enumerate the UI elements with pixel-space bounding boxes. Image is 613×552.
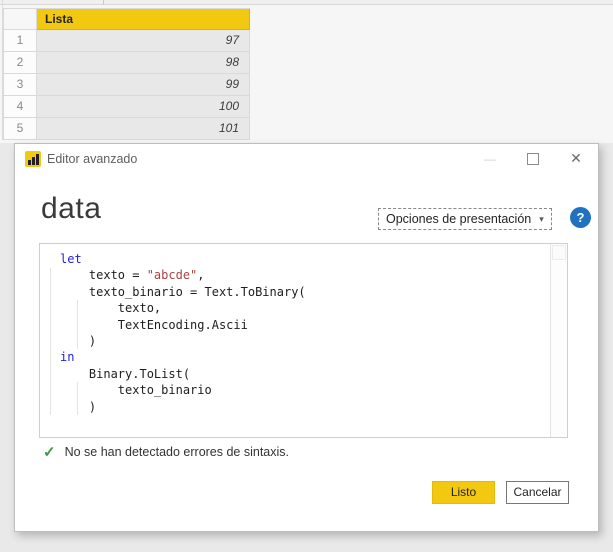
formula-bar-edge	[0, 0, 613, 5]
dialog-titlebar[interactable]: Editor avanzado — ✕	[15, 144, 598, 174]
row-number[interactable]: 3	[4, 74, 37, 96]
checkmark-icon: ✓	[43, 444, 56, 461]
list-value-cell[interactable]: 98	[37, 52, 250, 74]
query-name-heading: data	[41, 192, 102, 225]
close-button[interactable]: ✕	[563, 147, 589, 171]
table-header-row: Lista	[4, 9, 250, 30]
minimize-button[interactable]: —	[477, 147, 503, 171]
code-line[interactable]: let	[60, 251, 550, 267]
code-line[interactable]: TextEncoding.Ascii	[60, 317, 550, 333]
code-line[interactable]: Binary.ToList(	[60, 366, 550, 382]
table-row: 4 100	[4, 96, 250, 118]
code-line[interactable]: texto,	[60, 300, 550, 316]
code-line[interactable]: texto_binario = Text.ToBinary(	[60, 284, 550, 300]
editor-scrollbar[interactable]	[550, 244, 567, 437]
code-line[interactable]: in	[60, 349, 550, 365]
row-number[interactable]: 1	[4, 30, 37, 52]
row-number[interactable]: 5	[4, 118, 37, 140]
syntax-status: ✓ No se han detectado errores de sintaxi…	[43, 443, 289, 461]
screen: Lista 1 97 2 98 3 99 4 100 5 101 Editor avanzado …	[0, 0, 613, 552]
table-row: 1 97	[4, 30, 250, 52]
dialog-title: Editor avanzado	[47, 152, 138, 166]
table-row: 5 101	[4, 118, 250, 140]
m-code-editor[interactable]: let texto = "abcde", texto_binario = Tex…	[39, 243, 568, 438]
list-value-cell[interactable]: 100	[37, 96, 250, 118]
table-body: 1 97 2 98 3 99 4 100 5 101	[4, 30, 250, 140]
row-number[interactable]: 4	[4, 96, 37, 118]
maximize-icon	[527, 153, 539, 165]
code-line[interactable]: )	[60, 333, 550, 349]
table-row: 3 99	[4, 74, 250, 96]
list-preview-table: Lista 1 97 2 98 3 99 4 100 5 101	[3, 8, 250, 140]
chevron-down-icon: ▾	[539, 213, 544, 224]
display-options-label: Opciones de presentación	[386, 212, 532, 226]
code-line[interactable]: )	[60, 399, 550, 415]
display-options-dropdown[interactable]: Opciones de presentación ▾	[378, 208, 552, 230]
code-line[interactable]: texto_binario	[60, 382, 550, 398]
strip-divider	[103, 0, 104, 5]
help-icon[interactable]: ?	[570, 207, 591, 228]
powerbi-logo-icon	[25, 151, 41, 167]
list-value-cell[interactable]: 97	[37, 30, 250, 52]
advanced-editor-dialog: Editor avanzado — ✕ data Opciones de pre…	[14, 143, 599, 532]
table-row: 2 98	[4, 52, 250, 74]
scrollbar-top-button[interactable]	[552, 245, 566, 260]
code-lines[interactable]: let texto = "abcde", texto_binario = Tex…	[40, 244, 550, 437]
row-number[interactable]: 2	[4, 52, 37, 74]
list-value-cell[interactable]: 101	[37, 118, 250, 140]
query-preview-background: Lista 1 97 2 98 3 99 4 100 5 101	[0, 0, 613, 143]
code-line[interactable]: texto = "abcde",	[60, 267, 550, 283]
cancel-button[interactable]: Cancelar	[506, 481, 569, 504]
syntax-status-text: No se han detectado errores de sintaxis.	[64, 445, 290, 459]
table-corner-cell[interactable]	[4, 9, 37, 30]
maximize-button[interactable]	[520, 147, 546, 171]
done-button[interactable]: Listo	[432, 481, 495, 504]
list-value-cell[interactable]: 99	[37, 74, 250, 96]
column-header-lista[interactable]: Lista	[37, 9, 250, 30]
